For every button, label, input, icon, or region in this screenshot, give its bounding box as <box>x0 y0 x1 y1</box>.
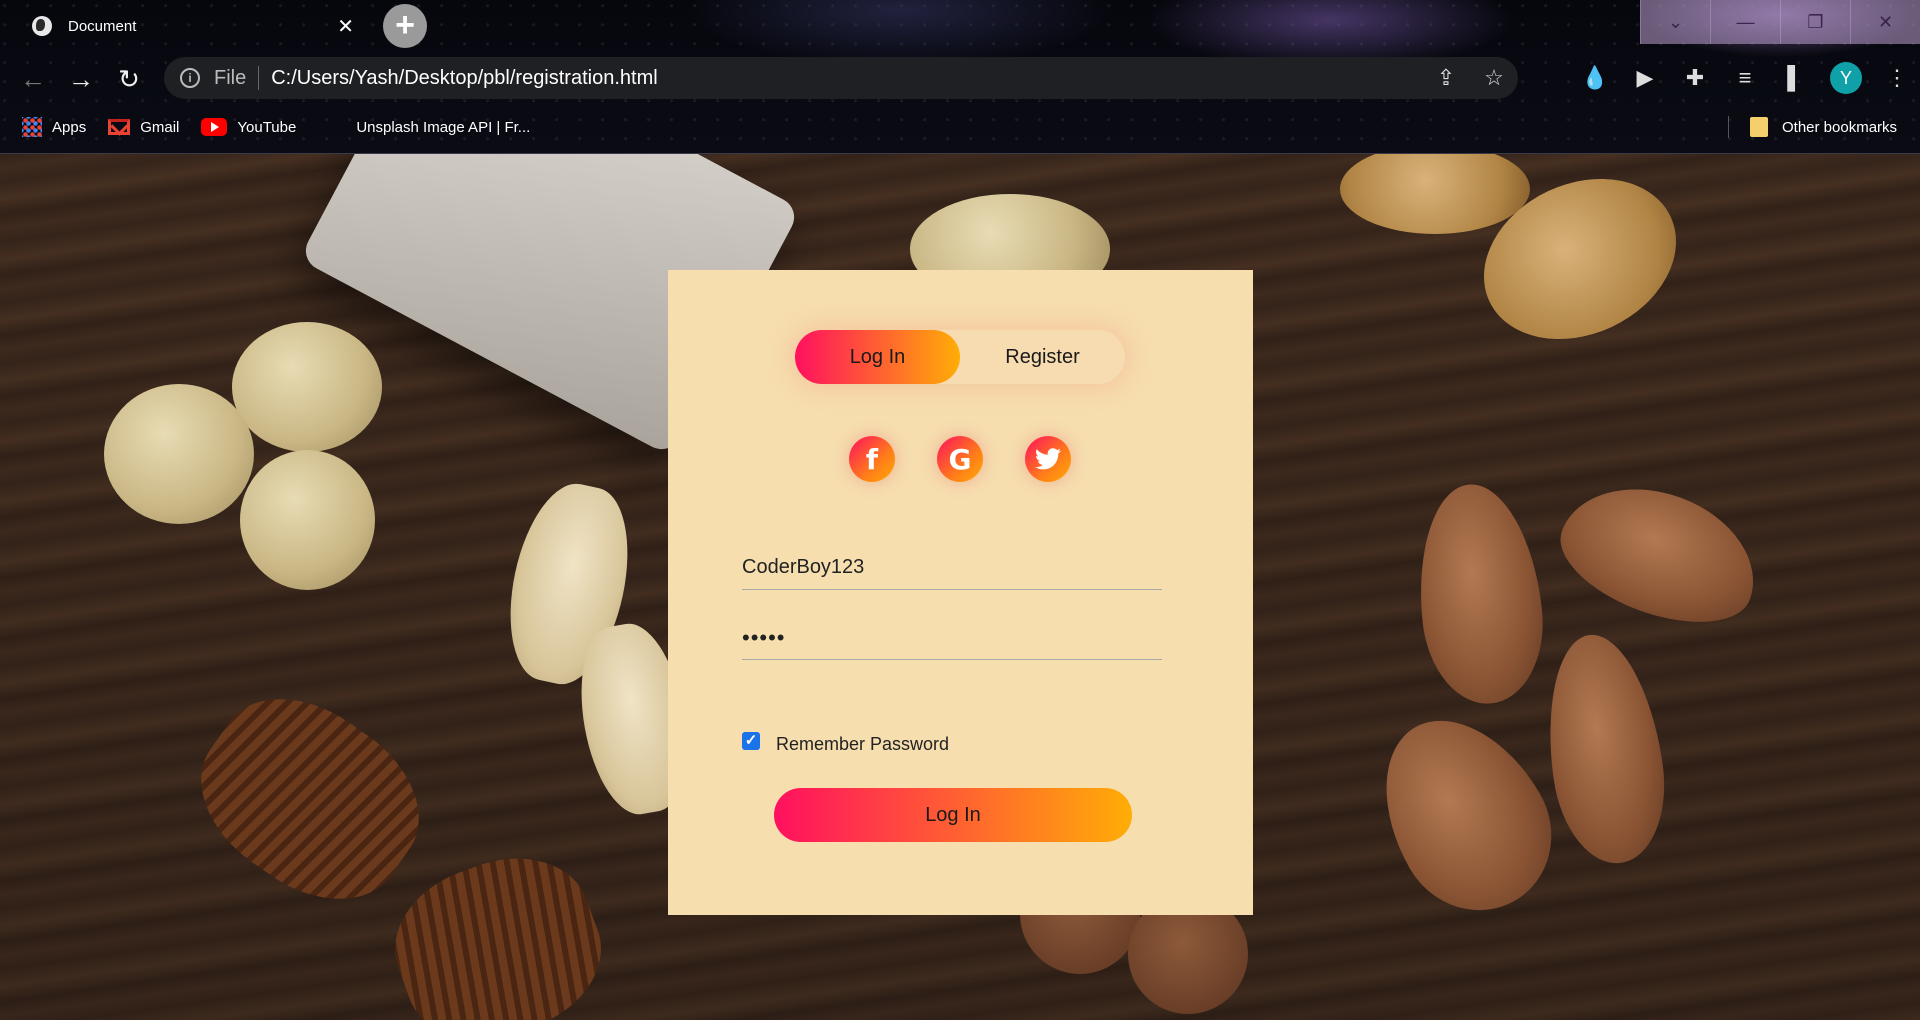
other-bookmarks-label: Other bookmarks <box>1782 118 1898 136</box>
puzzle-extensions-icon[interactable]: ✚ <box>1680 63 1710 93</box>
reading-list-icon[interactable]: ≡ <box>1730 63 1760 93</box>
window-controls: ⌄ — ❐ ✕ <box>1640 0 1920 44</box>
browser-chrome: Document ✕ + ⌄ — ❐ ✕ ← → ↻ i File C:/Use… <box>0 0 1920 154</box>
tab-register[interactable]: Register <box>960 330 1125 384</box>
reload-button[interactable]: ↻ <box>112 62 146 96</box>
extensions-area: 💧 ▶ ✚ ≡ ▌ Y ⋮ <box>1580 62 1912 94</box>
macadamia-decoration <box>240 450 375 590</box>
pecan-decoration <box>171 666 449 932</box>
bookmark-youtube[interactable]: YouTube <box>201 118 296 136</box>
address-separator <box>258 66 260 90</box>
share-icon[interactable]: ⇪ <box>1422 65 1470 91</box>
password-field[interactable] <box>742 616 1162 660</box>
login-card: Log In Register f G ✓ Remember Password … <box>668 270 1253 915</box>
url-text[interactable]: C:/Users/Yash/Desktop/pbl/registration.h… <box>271 67 1422 90</box>
minimize-button[interactable]: — <box>1710 0 1780 44</box>
pecan-decoration <box>374 834 622 1020</box>
form-toggle: Log In Register <box>795 330 1125 384</box>
almond-decoration <box>1350 689 1580 939</box>
address-bar[interactable]: i File C:/Users/Yash/Desktop/pbl/registr… <box>164 57 1518 99</box>
droplet-extension-icon[interactable]: 💧 <box>1580 63 1610 93</box>
macadamia-decoration <box>232 322 382 452</box>
new-tab-button[interactable]: + <box>383 4 427 48</box>
walnut-decoration <box>1340 154 1530 234</box>
bookmark-apps[interactable]: Apps <box>22 117 86 137</box>
bookmark-label: Unsplash Image API | Fr... <box>356 118 531 136</box>
folder-icon <box>1750 117 1768 137</box>
back-button[interactable]: ← <box>16 62 50 96</box>
other-bookmarks[interactable]: Other bookmarks <box>1750 117 1897 137</box>
almond-decoration <box>1534 627 1676 871</box>
forward-button[interactable]: → <box>64 62 98 96</box>
remember-label: Remember Password <box>776 734 950 754</box>
username-field[interactable] <box>742 546 1162 590</box>
remember-password[interactable]: ✓ Remember Password <box>742 726 949 755</box>
info-icon[interactable]: i <box>180 68 200 88</box>
tab-login[interactable]: Log In <box>795 330 960 384</box>
almond-decoration <box>1408 478 1552 710</box>
remember-checkbox[interactable]: ✓ <box>742 731 760 750</box>
media-extension-icon[interactable]: ▶ <box>1630 63 1660 93</box>
bookmark-label: Apps <box>52 118 87 136</box>
bookmark-unsplash[interactable]: Unsplash Image API | Fr... <box>356 119 530 136</box>
login-submit-button[interactable]: Log In <box>774 788 1132 842</box>
profile-avatar[interactable]: Y <box>1830 62 1862 94</box>
google-icon[interactable]: G <box>937 436 983 482</box>
maximize-button[interactable]: ❐ <box>1780 0 1850 44</box>
toolbar: ← → ↻ i File C:/Users/Yash/Desktop/pbl/r… <box>0 54 1920 104</box>
globe-icon <box>32 16 52 36</box>
close-window-button[interactable]: ✕ <box>1850 0 1920 44</box>
bookmark-gmail[interactable]: Gmail <box>108 119 179 136</box>
menu-icon[interactable]: ⋮ <box>1882 63 1912 93</box>
bookmark-label: YouTube <box>237 118 297 136</box>
bookmarks-bar: Apps Gmail YouTube Unsplash Image API | … <box>0 112 1920 142</box>
facebook-glyph: f <box>865 442 879 476</box>
bookmark-label: Gmail <box>140 118 180 136</box>
browser-tab[interactable]: Document ✕ <box>14 6 364 46</box>
google-glyph: G <box>948 442 972 476</box>
almond-decoration <box>1545 463 1775 645</box>
gmail-icon <box>108 119 131 135</box>
page-background: Log In Register f G ✓ Remember Password … <box>0 154 1920 1020</box>
facebook-icon[interactable]: f <box>849 436 895 482</box>
tab-close-icon[interactable]: ✕ <box>337 14 354 39</box>
bookmark-star-icon[interactable]: ☆ <box>1470 65 1518 91</box>
macadamia-decoration <box>104 384 254 524</box>
twitter-bird-icon <box>1035 448 1061 470</box>
scheme-label: File <box>214 66 247 89</box>
social-login-icons: f G <box>849 436 1071 482</box>
tab-title: Document <box>68 17 137 35</box>
tab-search-icon[interactable]: ⌄ <box>1640 0 1710 44</box>
twitter-icon[interactable] <box>1025 436 1071 482</box>
bookmarks-separator <box>1728 116 1729 138</box>
apps-grid-icon <box>22 117 42 137</box>
youtube-icon <box>201 118 228 136</box>
side-panel-icon[interactable]: ▌ <box>1780 63 1810 93</box>
